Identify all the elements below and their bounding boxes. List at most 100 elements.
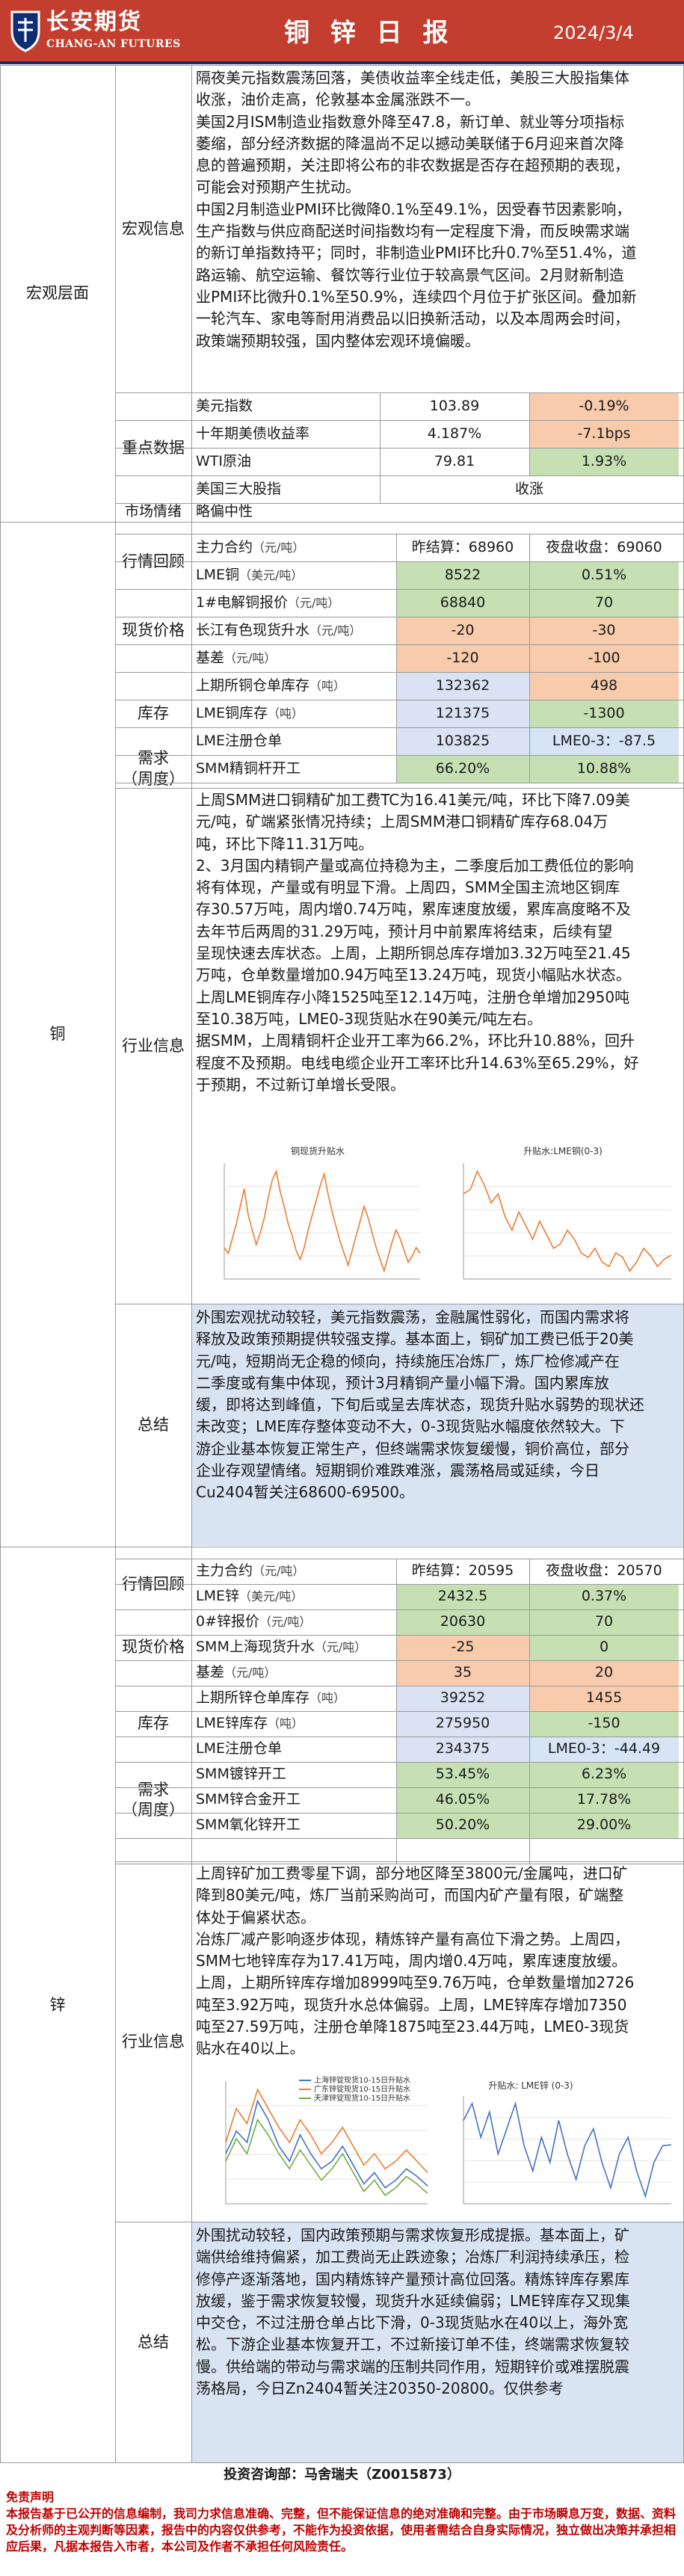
zinc-spot-row-unit: （元/吨） — [314, 1640, 367, 1655]
copper-spot-row-unit: （元/吨） — [309, 623, 362, 638]
copper-spot-row-name: 长江有色现货升水 （元/吨） — [193, 617, 396, 644]
grid-h-line — [115, 392, 683, 393]
copper-lme-name-text: LME铜 — [196, 566, 239, 583]
copper-night-close: 夜盘收盘：69060 — [546, 538, 662, 555]
zinc-summary-text: 外围扰动较轻，国内政策预期与需求恢复形成提振。基本面上，矿 端供给维持偏紧，加工… — [196, 2226, 631, 2398]
copper-main-contract-text: 主力合约 — [196, 538, 253, 555]
copper-spot-row-value: 68840 — [396, 589, 529, 617]
copper-prev-settle: 昨结算：68960 — [411, 538, 514, 555]
copper-demand-row-value: 66.20% — [396, 755, 529, 783]
copper-spot-row-name-text: 1#电解铜报价 — [196, 594, 289, 611]
grid-h-line — [115, 1762, 683, 1763]
copper-inventory-row-name: 上期所铜仓单库存 （吨） — [193, 672, 396, 700]
indicator-name: 美国三大股指 — [196, 480, 282, 497]
grid-h-line — [115, 1711, 683, 1712]
zinc-inventory-row-change: LME0-3：-44.49 — [529, 1737, 679, 1762]
zinc-spot-row-name-text: 0#锌报价 — [196, 1613, 260, 1630]
copper-spot-premium-chart-svg: 铜现货升贴水 — [224, 1145, 421, 1280]
legend-entry: 广东锌锭现货10-15日升贴水 — [314, 2084, 410, 2094]
grid-h-line — [115, 1813, 683, 1814]
macro-info-text: 隔夜美元指数震荡回落，美债收益率全线走低，美股三大股指集体 收涨，油价走高，伦敦… — [196, 69, 637, 350]
grid-h-line — [115, 475, 683, 476]
copper-spot-row-name: 基差 （元/吨） — [193, 644, 396, 672]
zinc-main-contract-name: 主力合约 （元/吨） — [193, 1559, 396, 1584]
copper-inventory-row-unit: （吨） — [267, 706, 304, 721]
grid-h-line — [115, 1861, 683, 1862]
zinc-inventory-row-name-text: LME注册仓单 — [196, 1740, 282, 1757]
zinc-demand-row-change: 29.00% — [529, 1813, 679, 1838]
zinc-inventory-row-value: 234375 — [396, 1737, 529, 1762]
copper-industry-text: 上周SMM进口铜精矿加工费TC为16.41美元/吨，环比下降7.09美 元/吨，… — [196, 791, 639, 1094]
zinc-inventory-row-value: 275950 — [396, 1711, 529, 1737]
zinc-inventory-row-name-text: LME锌库存 — [196, 1715, 268, 1732]
zinc-inventory-row-change: -150 — [529, 1711, 679, 1737]
grid-v-line — [396, 1559, 397, 1864]
grid-h-line — [115, 755, 683, 756]
grid-h-line — [115, 1838, 683, 1839]
copper-spot-row-value: -20 — [396, 617, 529, 644]
copper-lme-spread-chart: 升贴水:LME铜(0-3) — [449, 1141, 677, 1298]
copper-inventory-row-unit: （吨） — [309, 678, 346, 693]
copper-lme-price: 8522 — [396, 561, 529, 589]
disclaimer-text: 本报告基于已公开的信息编制，我司力求信息准确、完整，但不能保证信息的绝对准确和完… — [6, 2506, 677, 2554]
zinc-demand-row-name-text: SMM镀锌开工 — [196, 1766, 286, 1783]
grid-h-line — [115, 589, 683, 590]
grid-h-line — [115, 1660, 683, 1661]
copper-inventory-row-change: LME0-3：-87.5 — [529, 727, 679, 755]
zinc-industry-label: 行业信息 — [122, 2032, 185, 2050]
zinc-demand-label: 需求 （周度） — [122, 1780, 185, 1819]
zinc-spot-row-name: 基差 （元/吨） — [193, 1660, 396, 1686]
zinc-demand-row-name-text: SMM氧化锌开工 — [196, 1817, 301, 1834]
indicator-change: 收涨 — [514, 480, 543, 497]
indicator-value: 79.81 — [434, 452, 475, 469]
copper-inventory-row-value: 132362 — [396, 672, 529, 700]
zinc-industry-text: 上周锌矿加工费零星下调，部分地区降至3800元/金属吨，进口矿 降到80美元/吨… — [196, 1864, 635, 2058]
disclaimer-block: 免责声明 本报告基于已公开的信息编制，我司力求信息准确、完整，但不能保证信息的绝… — [0, 2486, 684, 2576]
grid-v-line — [115, 66, 116, 2462]
grid-v-line — [396, 534, 397, 783]
zinc-inventory-row-name: 上期所锌仓单库存 （吨） — [193, 1686, 396, 1711]
zinc-summary-label: 总结 — [138, 2332, 169, 2351]
copper-main-contract-unit: （元/吨） — [253, 540, 305, 555]
copper-spot-label: 现货价格 — [122, 620, 185, 639]
zinc-demand-row-change: 6.23% — [529, 1762, 679, 1787]
copper-inventory-row-name-text: LME铜库存 — [196, 704, 268, 721]
copper-spot-premium-chart: 铜现货升贴水 — [209, 1141, 426, 1298]
grid-h-line — [115, 503, 683, 504]
zinc-spot-row-value: 20630 — [396, 1609, 529, 1635]
grid-h-line — [115, 448, 683, 449]
copper-lme-chart-title: 升贴水:LME铜(0-3) — [523, 1145, 603, 1156]
disclaimer-title: 免责声明 — [6, 2490, 55, 2504]
copper-spot-row-change: -30 — [529, 617, 679, 644]
zinc-demand-row-name: SMM镀锌开工 — [193, 1762, 396, 1787]
zinc-spot-row-change: 20 — [529, 1660, 679, 1686]
copper-inventory-row-change: 498 — [529, 672, 679, 700]
zinc-spot-row-name: SMM上海现货升水 （元/吨） — [193, 1635, 396, 1660]
zinc-lme-change: 0.37% — [529, 1584, 679, 1609]
zinc-lme-chart-title: 升贴水: LME锌 (0-3) — [488, 2080, 573, 2091]
copper-summary-text: 外围宏观扰动较轻，美元指数震荡，金融属性弱化，而国内需求将 释放及政策预期提供较… — [196, 1308, 644, 1502]
macro-sentiment-label: 市场情绪 — [124, 503, 182, 520]
zinc-inventory-row-change: 1455 — [529, 1686, 679, 1711]
copper-inventory-row-name-text: LME注册仓单 — [196, 732, 282, 749]
grid-h-line — [115, 1584, 683, 1585]
copper-spot-row-change: 70 — [529, 589, 679, 617]
indicator-name: WTI原油 — [196, 452, 251, 469]
zinc-inventory-row-name: LME注册仓单 — [193, 1737, 396, 1762]
macro-sentiment-value: 略偏中性 — [196, 503, 253, 520]
copper-demand-row-name-text: SMM精铜杆开工 — [196, 759, 301, 777]
company-name-en: CHANG-AN FUTURES — [46, 38, 181, 50]
zinc-inventory-row-name: LME锌库存 （吨） — [193, 1711, 396, 1737]
grid-h-line — [115, 644, 683, 645]
zinc-night-close: 夜盘收盘：20570 — [546, 1562, 662, 1580]
report-title: 铜 锌 日 报 — [284, 18, 455, 48]
grid-v-line — [529, 1559, 530, 1864]
copper-spot-row-name-text: 基差 — [196, 649, 225, 666]
copper-spot-chart-title: 铜现货升贴水 — [291, 1145, 345, 1156]
zinc-prev-settle: 昨结算：20595 — [411, 1562, 514, 1580]
zinc-demand-row-name: SMM氧化锌开工 — [193, 1813, 396, 1838]
grid-h-line — [115, 672, 683, 673]
copper-spot-row-name-text: 长江有色现货升水 — [196, 621, 310, 638]
copper-spot-row-change: -100 — [529, 644, 679, 672]
zinc-inventory-row-name-text: 上期所锌仓单库存 — [196, 1689, 310, 1707]
